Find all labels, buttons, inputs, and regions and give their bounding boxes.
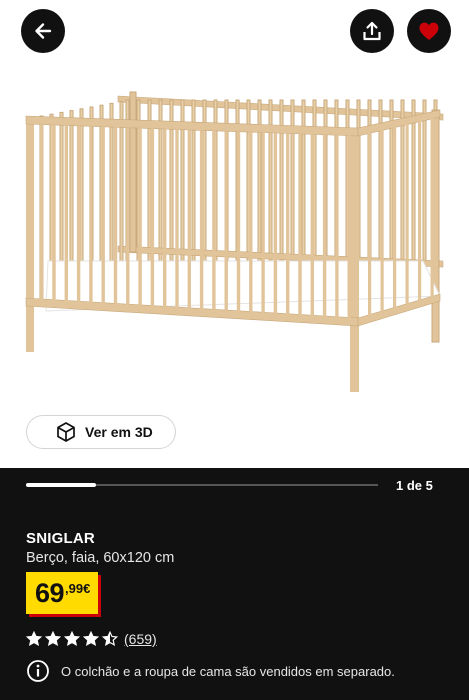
share-button[interactable] xyxy=(350,9,394,53)
arrow-left-icon xyxy=(35,23,52,39)
crib-product-image xyxy=(25,91,444,392)
info-text: O colchão e a roupa de cama são vendidos… xyxy=(61,663,395,679)
product-summary-panel: 1 de 5 SNIGLAR Berço, faia, 60x120 cm 69… xyxy=(0,468,469,700)
reviews-link[interactable]: (659) xyxy=(124,631,157,647)
info-notice: O colchão e a roupa de cama são vendidos… xyxy=(26,659,395,683)
price-decimal: ,99€ xyxy=(65,581,91,596)
star-icon xyxy=(102,631,118,646)
gallery-progress-fill xyxy=(26,483,97,487)
favorite-button[interactable] xyxy=(407,9,451,53)
product-name: SNIGLAR xyxy=(26,530,95,547)
gallery-progress-track xyxy=(26,483,378,487)
back-button[interactable] xyxy=(21,9,65,53)
star-icon xyxy=(45,631,61,646)
info-icon xyxy=(27,660,49,682)
heart-icon xyxy=(419,22,439,40)
price-tag: 69 ,99€ xyxy=(26,572,99,614)
star-icon xyxy=(83,631,99,646)
view-3d-label: Ver em 3D xyxy=(85,424,153,440)
view-3d-button[interactable]: Ver em 3D xyxy=(26,415,176,449)
product-image-area[interactable]: Ver em 3D xyxy=(0,0,469,468)
product-description: Berço, faia, 60x120 cm xyxy=(26,550,175,566)
price-integer: 69 xyxy=(35,578,65,608)
cube-3d-icon xyxy=(57,422,75,442)
star-icon xyxy=(26,631,42,646)
rating-stars[interactable] xyxy=(26,631,118,646)
star-icon xyxy=(64,631,80,646)
share-icon xyxy=(363,21,381,41)
image-counter: 1 de 5 xyxy=(396,478,433,493)
